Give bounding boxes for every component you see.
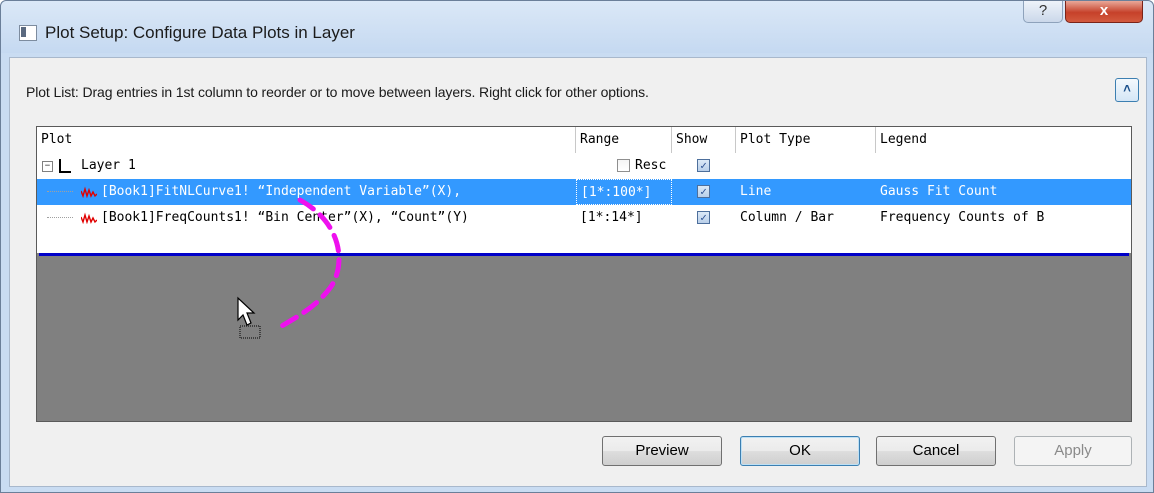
close-button[interactable]: x xyxy=(1065,1,1143,23)
collapse-panel-button[interactable]: ˄ xyxy=(1115,78,1139,102)
collapse-tree-icon[interactable]: − xyxy=(42,161,53,172)
ok-button[interactable]: OK xyxy=(740,436,860,466)
column-header-range[interactable]: Range xyxy=(576,127,672,153)
plot-show-checkbox[interactable]: ✓ xyxy=(697,211,710,224)
column-header-show[interactable]: Show xyxy=(672,127,736,153)
plot-range[interactable]: [1*:14*] xyxy=(576,205,672,231)
help-button[interactable]: ? xyxy=(1023,1,1063,23)
checkmark-icon: ✓ xyxy=(700,211,707,224)
cancel-button[interactable]: Cancel xyxy=(876,436,996,466)
plot-range[interactable]: [1*:100*] xyxy=(576,179,672,205)
column-header-plot[interactable]: Plot xyxy=(37,127,576,153)
line-plot-icon xyxy=(81,212,97,224)
layer-label: Layer 1 xyxy=(81,158,136,173)
plot-type[interactable]: Column / Bar xyxy=(736,205,876,231)
plot-type[interactable]: Line xyxy=(736,179,876,205)
plot-legend[interactable]: Gauss Fit Count xyxy=(876,179,1131,205)
layer-axes-icon xyxy=(57,159,71,173)
empty-row xyxy=(37,231,1131,253)
column-header-plot-type[interactable]: Plot Type xyxy=(736,127,876,153)
checkmark-icon: ✓ xyxy=(700,185,707,198)
rescale-label: Resc xyxy=(635,158,667,173)
apply-button: Apply xyxy=(1014,436,1132,466)
plot-name: [Book1]FreqCounts1! “Bin Center”(X), “Co… xyxy=(101,210,469,225)
double-chevron-up-icon: ˄ xyxy=(1123,81,1131,96)
plot-row[interactable]: [Book1]FreqCounts1! “Bin Center”(X), “Co… xyxy=(37,205,1131,231)
plot-setup-dialog: Plot Setup: Configure Data Plots in Laye… xyxy=(0,0,1154,493)
layer-row[interactable]: − Layer 1 Resc ✓ xyxy=(37,153,1131,179)
column-header-legend[interactable]: Legend xyxy=(876,127,1131,153)
preview-button[interactable]: Preview xyxy=(602,436,722,466)
layer-show-checkbox[interactable]: ✓ xyxy=(697,159,710,172)
tree-connector xyxy=(47,217,73,218)
rescale-checkbox[interactable] xyxy=(617,159,630,172)
checkmark-icon: ✓ xyxy=(700,159,707,172)
grid-header: Plot Range Show Plot Type Legend xyxy=(37,127,1131,154)
dialog-body: Plot List: Drag entries in 1st column to… xyxy=(9,57,1147,487)
plot-list-grid[interactable]: Plot Range Show Plot Type Legend − Layer… xyxy=(36,126,1132,422)
line-plot-icon xyxy=(81,186,97,198)
tree-connector xyxy=(47,191,73,192)
window-title: Plot Setup: Configure Data Plots in Laye… xyxy=(45,23,355,42)
title-bar[interactable]: Plot Setup: Configure Data Plots in Laye… xyxy=(1,1,1153,53)
plot-legend[interactable]: Frequency Counts of B xyxy=(876,205,1131,231)
app-window-icon xyxy=(19,25,37,41)
drop-insert-indicator xyxy=(39,253,1129,256)
plot-row[interactable]: [Book1]FitNLCurve1! “Independent Variabl… xyxy=(37,179,1131,205)
plot-show-checkbox[interactable]: ✓ xyxy=(697,185,710,198)
plot-list-hint: Plot List: Drag entries in 1st column to… xyxy=(26,84,649,100)
plot-name: [Book1]FitNLCurve1! “Independent Variabl… xyxy=(101,184,462,199)
